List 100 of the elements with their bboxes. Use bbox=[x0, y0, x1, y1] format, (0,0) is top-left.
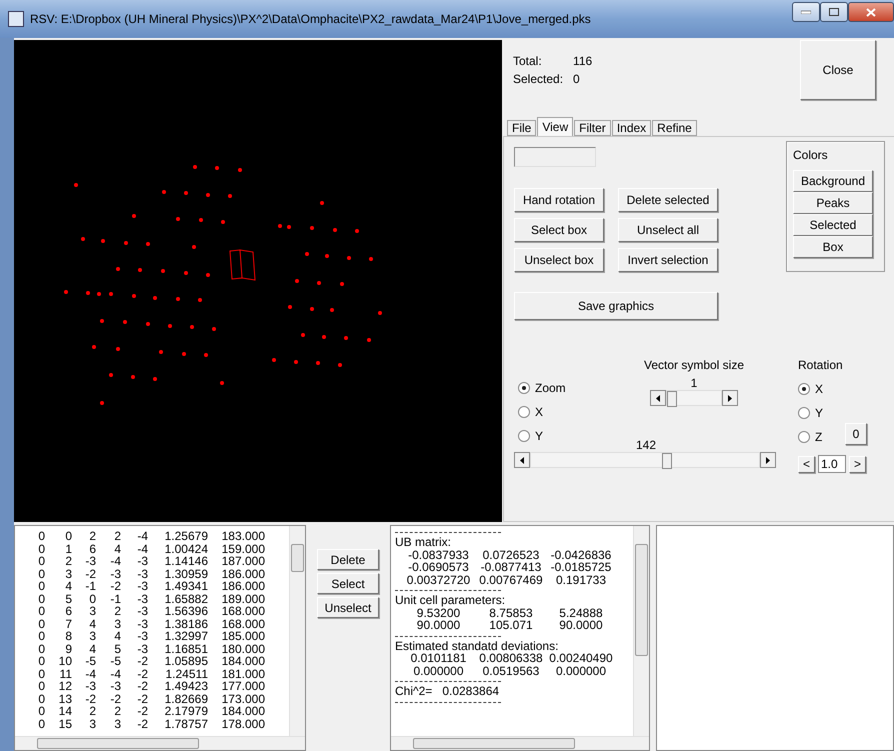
list-button[interactable]: Delete bbox=[317, 549, 379, 570]
table-cell-text: 5 bbox=[64, 592, 72, 605]
table-cell-text: 14 bbox=[58, 705, 72, 718]
reset-button[interactable]: 0 bbox=[845, 423, 868, 445]
result-value: -0.0877413 bbox=[480, 561, 542, 574]
color-button[interactable]: Selected bbox=[793, 214, 873, 236]
result-value: -0.0837933 bbox=[407, 548, 470, 561]
table-cell-text: -3 bbox=[136, 555, 148, 568]
view-button[interactable]: Delete selected bbox=[618, 188, 718, 212]
table-cell-text: 0 bbox=[37, 718, 45, 730]
color-button[interactable]: Peaks bbox=[793, 192, 873, 214]
table-cell-text: 2 bbox=[113, 705, 121, 718]
zoom-slider[interactable] bbox=[530, 452, 760, 468]
table-cell-text: 4 bbox=[113, 630, 121, 642]
summary-label: Selected: bbox=[513, 72, 564, 86]
table-cell-text: 1.32997 bbox=[164, 630, 208, 642]
table-cell-text: 185.000 bbox=[220, 630, 265, 642]
table-cell-text: -2 bbox=[136, 668, 148, 680]
table-cell-text: 0 bbox=[37, 530, 45, 542]
table-cell-text: 4 bbox=[64, 580, 72, 592]
step-field[interactable]: 1.0 bbox=[818, 455, 846, 473]
radio-button[interactable] bbox=[798, 407, 810, 419]
maximize-icon[interactable] bbox=[820, 2, 848, 22]
table-cell-text: -5 bbox=[109, 655, 121, 668]
tab[interactable]: File bbox=[507, 120, 536, 136]
minimize-icon[interactable] bbox=[792, 2, 820, 22]
previous-button[interactable]: < bbox=[798, 456, 815, 472]
table-cell-text: 1.16851 bbox=[164, 642, 208, 655]
slider-thumb[interactable] bbox=[662, 453, 672, 469]
view-button[interactable]: Unselect all bbox=[618, 218, 718, 242]
zoom-reading: 142 bbox=[636, 438, 656, 452]
horizontal-scrollbar[interactable] bbox=[391, 736, 649, 750]
table-cell-text: 0 bbox=[88, 592, 96, 605]
table-cell-text: 4 bbox=[88, 618, 96, 630]
table-cell-text: 180.000 bbox=[220, 642, 265, 655]
result-text: Unit cell parameters: bbox=[395, 594, 506, 606]
table-cell-text: 1.05895 bbox=[164, 655, 208, 668]
app-icon bbox=[8, 11, 24, 27]
table-cell-text: 186.000 bbox=[220, 568, 265, 580]
table-cell-text: 1.00424 bbox=[164, 542, 208, 555]
color-button[interactable]: Box bbox=[793, 236, 873, 258]
tab[interactable]: Index bbox=[612, 120, 652, 136]
slider-thumb[interactable] bbox=[667, 391, 677, 407]
color-button[interactable]: Background bbox=[793, 170, 873, 192]
result-value: 0.0101181 bbox=[410, 652, 468, 664]
result-value: 0.00806338 bbox=[478, 652, 544, 664]
table-cell-text: 0 bbox=[37, 692, 45, 705]
table-cell-text: 0 bbox=[37, 555, 45, 568]
table-cell-text: 168.000 bbox=[220, 618, 265, 630]
table-cell-text: -4 bbox=[109, 555, 121, 568]
table-cell-text: 1.14146 bbox=[164, 555, 208, 568]
table-cell-text: 9 bbox=[64, 642, 72, 655]
input-field[interactable] bbox=[514, 147, 596, 167]
tab[interactable]: Filter bbox=[574, 120, 611, 136]
save-graphics-button[interactable]: Save graphics bbox=[514, 292, 718, 320]
radio-button[interactable] bbox=[518, 406, 530, 418]
result-value: -0.0426836 bbox=[550, 548, 612, 561]
view-button[interactable]: Unselect box bbox=[514, 248, 604, 272]
table-cell-text: 0 bbox=[37, 680, 45, 692]
vector-size-slider[interactable] bbox=[666, 390, 722, 406]
result-value: 0.00767469 bbox=[478, 574, 544, 586]
table-cell-text: -3 bbox=[136, 568, 148, 580]
table-cell-text: 1.25679 bbox=[164, 530, 208, 542]
radio-label: Z bbox=[815, 430, 822, 444]
result-value: -0.0690573 bbox=[407, 561, 470, 574]
view-button[interactable]: Hand rotation bbox=[514, 188, 604, 212]
view-button[interactable]: Select box bbox=[514, 218, 604, 242]
table-cell-text: 2 bbox=[113, 530, 121, 542]
table-cell-text: 2 bbox=[64, 555, 72, 568]
table-cell-text: 5 bbox=[113, 642, 121, 655]
view-button[interactable]: Invert selection bbox=[618, 248, 718, 272]
next-button[interactable]: > bbox=[849, 456, 866, 472]
result-value: 0.0726523 bbox=[482, 548, 540, 561]
table-cell-text: 1.24511 bbox=[164, 668, 208, 680]
tab[interactable]: View bbox=[537, 117, 574, 136]
table-cell-text: 1.65882 bbox=[164, 592, 208, 605]
tab[interactable]: Refine bbox=[652, 120, 697, 136]
list-button[interactable]: Select bbox=[317, 573, 379, 594]
table-cell-text: 4 bbox=[88, 642, 96, 655]
radio-label: X bbox=[535, 405, 544, 419]
list-button[interactable]: Unselect bbox=[317, 597, 379, 618]
table-cell-text: -5 bbox=[84, 655, 96, 668]
radio-button[interactable] bbox=[798, 431, 810, 443]
horizontal-scrollbar[interactable] bbox=[15, 736, 305, 750]
table-cell-text: -2 bbox=[84, 568, 96, 580]
table-cell-text: 186.000 bbox=[220, 580, 265, 592]
close-icon[interactable] bbox=[848, 2, 894, 22]
table-cell-text: 0 bbox=[37, 592, 45, 605]
rotation-title: Rotation bbox=[798, 358, 844, 372]
vertical-scrollbar[interactable] bbox=[289, 526, 305, 736]
close-button[interactable]: Close bbox=[800, 40, 876, 100]
table-cell-text: -2 bbox=[136, 655, 148, 668]
table-cell-text: 1.78757 bbox=[164, 718, 208, 730]
radio-button[interactable] bbox=[518, 430, 530, 442]
vertical-scrollbar[interactable] bbox=[633, 526, 649, 736]
result-value: -0.0185725 bbox=[550, 561, 612, 574]
radio-button[interactable] bbox=[798, 383, 810, 395]
radio-label: Y bbox=[815, 406, 824, 420]
radio-button[interactable] bbox=[518, 382, 530, 394]
peaks-list[interactable] bbox=[14, 525, 306, 751]
